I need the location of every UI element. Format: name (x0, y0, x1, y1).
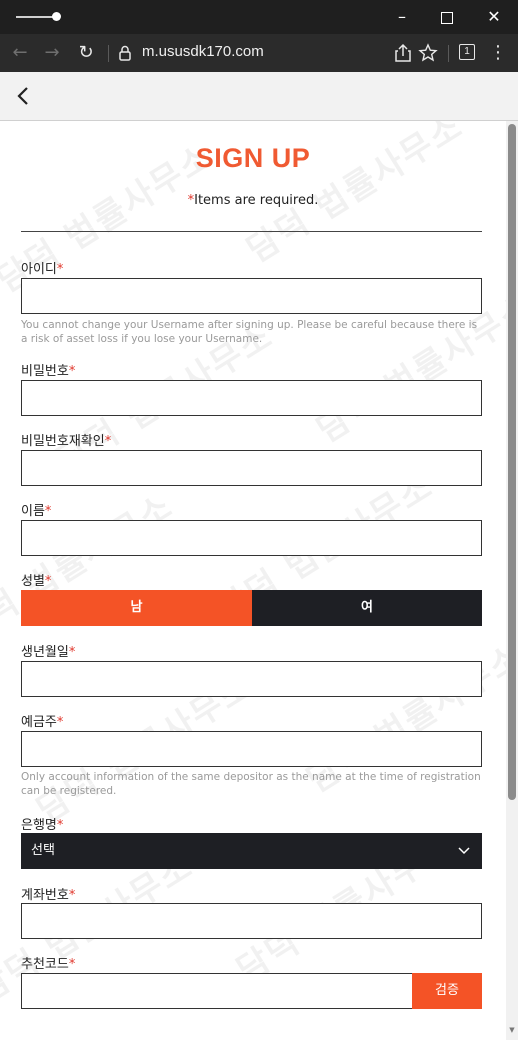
toolbar-separator (448, 45, 449, 62)
browser-back-icon[interactable]: ← (8, 41, 32, 65)
username-help: You cannot change your Username after si… (21, 319, 478, 345)
url-text[interactable]: m.ususdk170.com (142, 43, 264, 60)
tab-count-button[interactable]: 1 (459, 44, 475, 60)
browser-toolbar: ← → ↻ m.ususdk170.com 1 ⋮ (0, 34, 518, 72)
browser-forward-icon[interactable]: → (40, 41, 64, 65)
password-confirm-input[interactable] (21, 450, 482, 486)
window-titlebar: – ✕ (0, 0, 518, 34)
scrollbar-thumb[interactable] (508, 124, 516, 800)
gender-label: 성별* (21, 574, 52, 589)
window-slider-knob[interactable] (52, 12, 61, 21)
account-number-input[interactable] (21, 903, 482, 939)
password-input[interactable] (21, 380, 482, 416)
back-arrow-icon[interactable] (14, 84, 34, 108)
bank-select-value: 선택 (31, 843, 55, 858)
required-note: *Items are required. (187, 193, 319, 208)
maximize-icon[interactable] (434, 4, 460, 30)
birthdate-label: 생년월일* (21, 645, 76, 660)
password-confirm-label: 비밀번호재확인* (21, 434, 112, 449)
username-input[interactable] (21, 278, 482, 314)
name-label: 이름* (21, 504, 52, 519)
depositor-input[interactable] (21, 731, 482, 767)
verify-button[interactable]: 검증 (412, 973, 482, 1009)
title-divider (21, 231, 482, 232)
lock-icon[interactable] (118, 44, 132, 62)
bookmark-star-icon[interactable] (418, 42, 438, 64)
password-label: 비밀번호* (21, 364, 76, 379)
close-icon[interactable]: ✕ (481, 4, 507, 30)
gender-female-button[interactable]: 여 (252, 590, 482, 626)
minimize-icon[interactable]: – (389, 4, 415, 30)
account-number-label: 계좌번호* (21, 888, 76, 903)
bank-select[interactable]: 선택 (21, 833, 482, 869)
page-header (0, 72, 518, 121)
page-title: SIGN UP (195, 143, 311, 173)
depositor-label: 예금주* (21, 715, 64, 730)
username-label: 아이디* (21, 262, 64, 277)
more-menu-icon[interactable]: ⋮ (489, 41, 507, 65)
name-input[interactable] (21, 520, 482, 556)
toolbar-separator (108, 45, 109, 62)
birthdate-input[interactable] (21, 661, 482, 697)
reload-icon[interactable]: ↻ (74, 41, 98, 65)
scroll-down-icon[interactable]: ▼ (508, 1026, 516, 1036)
chevron-down-icon (458, 847, 470, 855)
depositor-help: Only account information of the same dep… (21, 771, 481, 797)
share-icon[interactable] (393, 42, 413, 64)
bank-label: 은행명* (21, 818, 64, 833)
gender-male-button[interactable]: 남 (21, 590, 252, 626)
gender-toggle: 남 여 (21, 590, 482, 626)
referral-label: 추천코드* (21, 957, 76, 972)
referral-input[interactable] (21, 973, 413, 1009)
signup-form: 담덕 법률사무소 담덕 법률사무소 담덕 법률사무소 담덕 법률사무소 담덕 법… (0, 121, 506, 1040)
